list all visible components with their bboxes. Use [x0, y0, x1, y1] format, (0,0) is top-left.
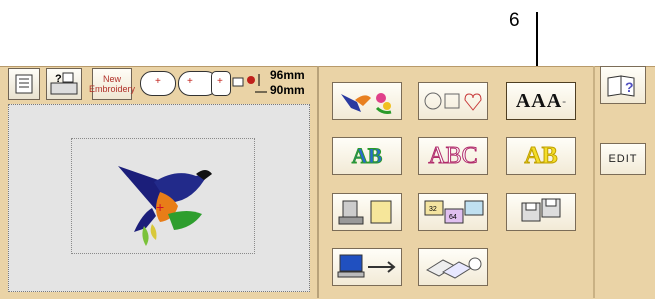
floral-alphabet-button[interactable]: AB: [332, 137, 402, 175]
hoop-large-icon[interactable]: +: [211, 71, 231, 96]
fonts-more-mark: -: [562, 94, 567, 108]
font-selection-button[interactable]: AAA -: [506, 82, 576, 120]
embroidery-card-button[interactable]: 32 64: [418, 193, 488, 231]
svg-text:?: ?: [625, 79, 634, 95]
stacked-patterns-icon: [425, 257, 482, 279]
frame-pattern-button[interactable]: [418, 82, 488, 120]
new-embroidery-line2: Embroidery: [89, 84, 136, 94]
edit-button[interactable]: EDIT: [600, 143, 646, 175]
list-icon: [15, 74, 33, 94]
new-embroidery-button[interactable]: New Embroidery: [89, 68, 136, 100]
alphabet-label: ABC: [428, 142, 478, 169]
edit-label: EDIT: [608, 153, 638, 165]
previous-patterns-button[interactable]: [418, 248, 488, 286]
width-value: 96mm: [270, 68, 305, 82]
machine-memory-icon: [338, 200, 392, 225]
right-panel-divider: [593, 66, 595, 298]
embroidery-cards-icon: 32 64: [424, 200, 484, 224]
character-pattern-button[interactable]: [332, 82, 402, 120]
hoop-small-icon[interactable]: +: [140, 71, 176, 96]
svg-text:?: ?: [55, 73, 62, 85]
callout-arrow-line: [536, 12, 538, 74]
top-toolbar: ? New Embroidery + + + 96mm 90mm: [8, 68, 316, 104]
help-book-icon: ?: [607, 75, 635, 97]
bird-embroidery-pattern: +: [118, 166, 212, 246]
panel-divider: [317, 66, 319, 298]
size-dimension-icon: [232, 74, 267, 93]
shapes-icon: [424, 92, 482, 111]
decorative-alphabet-label: AB: [524, 142, 558, 169]
floral-alphabet-label: AB: [351, 143, 383, 169]
help-button[interactable]: ?: [46, 68, 82, 100]
fonts-label: AAA: [515, 89, 563, 112]
card-64-label: 64: [449, 214, 457, 221]
pattern-list-button[interactable]: [8, 68, 40, 100]
manual-help-button[interactable]: ?: [600, 66, 646, 104]
machine-memory-button[interactable]: [332, 193, 402, 231]
callout-number: 6: [509, 10, 520, 31]
decorative-alphabet-button[interactable]: AB: [506, 137, 576, 175]
height-value: 90mm: [270, 83, 305, 97]
computer-usb-icon: [337, 254, 396, 278]
new-embroidery-line1: New: [102, 74, 121, 84]
card-32-label: 32: [429, 206, 437, 213]
svg-text:+: +: [156, 199, 164, 215]
alphabet-button[interactable]: ABC: [418, 137, 488, 175]
bird-flower-icon: [341, 93, 392, 114]
help-machine-icon: ?: [50, 72, 78, 95]
floppy-disk-button[interactable]: [506, 193, 576, 231]
floppy-disk-icon: [521, 198, 561, 222]
computer-usb-button[interactable]: [332, 248, 402, 286]
